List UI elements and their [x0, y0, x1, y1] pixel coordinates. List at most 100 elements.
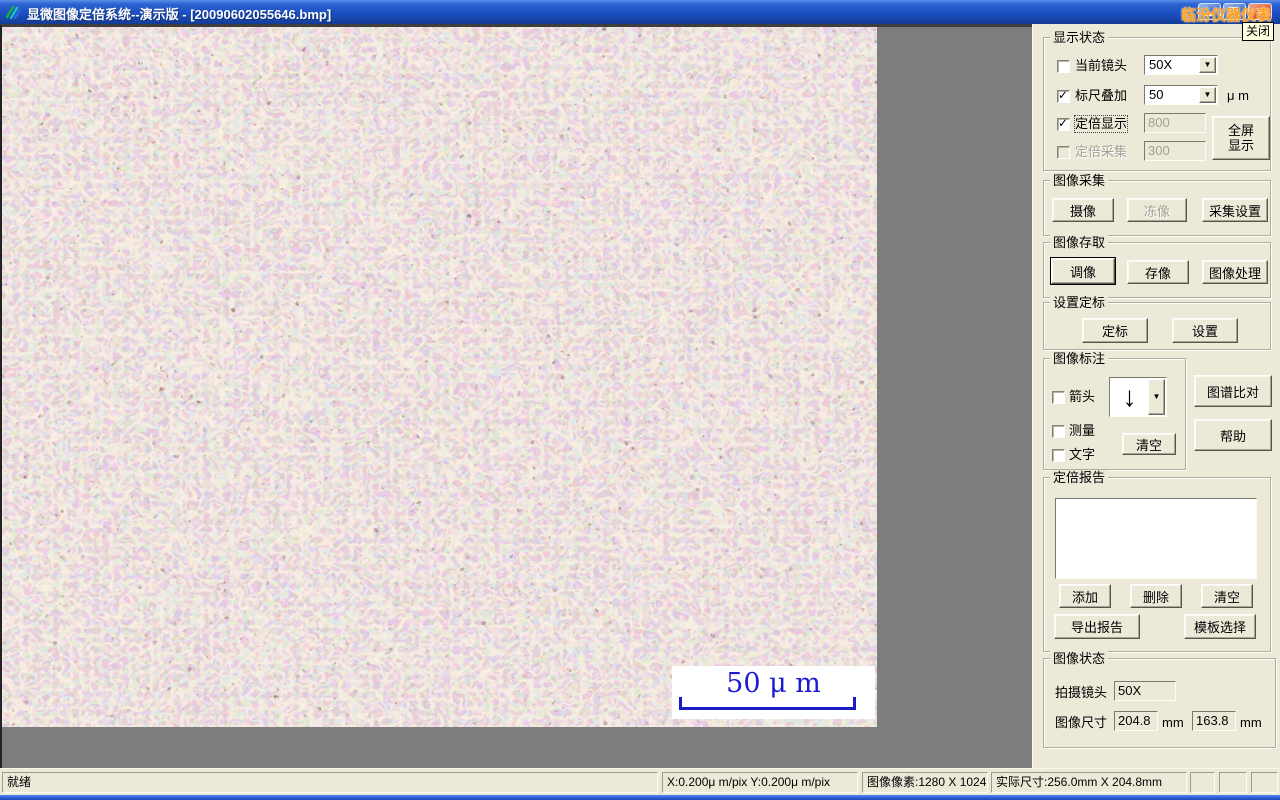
label-fixed-capture: 定倍采集 — [1075, 144, 1128, 159]
label-image-size: 图像尺寸 — [1055, 715, 1108, 730]
label-fixed-display: 定倍显示 — [1073, 115, 1129, 133]
application-window: 显微图像定倍系统--演示版 - [20090602055646.bmp] × 临… — [0, 0, 1280, 800]
ruler-dropdown-button[interactable]: ▼ — [1199, 87, 1216, 103]
scale-bar-overlay: 50 μ m — [672, 666, 875, 719]
scale-bar-tick-right — [853, 697, 856, 710]
fullscreen-button[interactable]: 全屏 显示 — [1212, 116, 1270, 160]
label-height-unit: mm — [1240, 715, 1262, 730]
image-process-button[interactable]: 图像处理 — [1202, 260, 1268, 284]
label-measure: 测量 — [1069, 423, 1096, 438]
group-report-title: 定倍报告 — [1050, 470, 1109, 485]
group-image-capture: 图像采集 摄像 冻像 采集设置 — [1043, 173, 1271, 236]
current-lens-dropdown-button[interactable]: ▼ — [1199, 57, 1216, 73]
report-delete-button[interactable]: 删除 — [1130, 584, 1182, 608]
checkbox-measure[interactable] — [1052, 425, 1065, 438]
fixed-capture-input: 300 — [1144, 141, 1206, 161]
close-button[interactable]: × — [1248, 3, 1272, 20]
help-button[interactable]: 帮助 — [1194, 419, 1272, 451]
title-bar: 显微图像定倍系统--演示版 - [20090602055646.bmp] × 临… — [0, 0, 1280, 24]
checkbox-ruler-overlay[interactable]: ✓ — [1057, 88, 1070, 103]
image-height-field: 163.8 — [1192, 711, 1236, 731]
label-width-unit: mm — [1162, 715, 1184, 730]
group-image-storage: 图像存取 调像 存像 图像处理 — [1043, 235, 1271, 298]
fullscreen-button-line1: 全屏 — [1227, 123, 1254, 138]
restore-button[interactable] — [1223, 3, 1246, 20]
checkbox-fixed-display[interactable]: ✓ — [1057, 116, 1070, 131]
chevron-down-icon: ▼ — [1203, 60, 1212, 69]
control-panel: 显示状态 当前镜头 50X ▼ ✓ 标尺叠加 50 ▼ μ m ✓ 定倍显示 8… — [1032, 24, 1280, 768]
group-annotation: 图像标注 箭头 ↓ ▼ 测量 文字 清空 — [1043, 351, 1186, 470]
save-image-button[interactable]: 存像 — [1127, 260, 1189, 284]
arrow-style-dropdown-button[interactable]: ▼ — [1148, 379, 1165, 415]
report-listbox[interactable] — [1055, 498, 1257, 579]
image-viewport: 50 μ m — [0, 24, 1032, 768]
template-select-button[interactable]: 模板选择 — [1184, 614, 1256, 639]
micrograph-image — [2, 27, 877, 727]
status-empty-2 — [1219, 772, 1247, 793]
group-image-storage-title: 图像存取 — [1050, 235, 1109, 250]
status-image-pixels: 图像像素:1280 X 1024 — [862, 772, 988, 793]
label-text: 文字 — [1069, 447, 1096, 462]
restore-icon — [1229, 7, 1238, 15]
checkbox-fixed-capture — [1057, 146, 1070, 159]
scale-bar-line — [681, 707, 853, 710]
check-icon: ✓ — [1058, 116, 1069, 130]
label-ruler-overlay: 标尺叠加 — [1075, 88, 1128, 103]
label-arrow: 箭头 — [1069, 389, 1096, 404]
group-annotation-title: 图像标注 — [1050, 351, 1109, 366]
minimize-icon — [1203, 13, 1212, 16]
label-shooting-lens: 拍摄镜头 — [1055, 685, 1108, 700]
status-pixel-scale: X:0.200μ m/pix Y:0.200μ m/pix — [662, 772, 858, 793]
calibration-setup-button[interactable]: 设置 — [1172, 318, 1238, 343]
group-calibration: 设置定标 定标 设置 — [1043, 295, 1271, 350]
atlas-compare-button[interactable]: 图谱比对 — [1194, 375, 1272, 407]
report-add-button[interactable]: 添加 — [1059, 584, 1111, 608]
status-ready: 就绪 — [2, 772, 658, 793]
minimize-button[interactable] — [1198, 3, 1221, 20]
ruler-value-select[interactable]: 50 ▼ — [1144, 85, 1218, 105]
checkbox-current-lens[interactable] — [1057, 60, 1070, 73]
current-lens-value: 50X — [1149, 57, 1173, 72]
load-image-button[interactable]: 调像 — [1051, 258, 1115, 284]
export-report-button[interactable]: 导出报告 — [1054, 614, 1140, 639]
arrow-down-icon: ↓ — [1110, 378, 1149, 416]
report-clear-button[interactable]: 清空 — [1201, 584, 1253, 608]
window-bottom-border — [0, 795, 1280, 800]
checkbox-arrow[interactable] — [1052, 391, 1065, 404]
group-calibration-title: 设置定标 — [1050, 295, 1109, 310]
checkbox-text[interactable] — [1052, 449, 1065, 462]
label-current-lens: 当前镜头 — [1075, 58, 1128, 73]
status-actual-size: 实际尺寸:256.0mm X 204.8mm — [991, 772, 1187, 793]
label-ruler-unit: μ m — [1227, 88, 1249, 103]
scale-bar-label: 50 μ m — [726, 668, 821, 699]
close-icon: × — [1255, 3, 1265, 19]
fixed-display-input: 800 — [1144, 113, 1206, 133]
close-tooltip: 关闭 — [1242, 22, 1275, 41]
ruler-value: 50 — [1149, 87, 1164, 102]
image-width-field: 204.8 — [1114, 711, 1158, 731]
group-display-status-title: 显示状态 — [1050, 30, 1109, 45]
chevron-down-icon: ▼ — [1203, 90, 1212, 99]
check-icon: ✓ — [1058, 88, 1069, 102]
status-empty-1 — [1190, 772, 1215, 793]
status-bar: 就绪 X:0.200μ m/pix Y:0.200μ m/pix 图像像素:12… — [0, 768, 1280, 795]
shoot-button[interactable]: 摄像 — [1052, 198, 1114, 222]
app-icon — [5, 4, 22, 20]
shooting-lens-field: 50X — [1114, 681, 1176, 701]
fullscreen-button-line2: 显示 — [1227, 138, 1254, 153]
arrow-style-select[interactable]: ↓ ▼ — [1109, 377, 1167, 417]
status-empty-3 — [1251, 772, 1278, 793]
window-title: 显微图像定倍系统--演示版 - [20090602055646.bmp] — [27, 7, 332, 22]
capture-settings-button[interactable]: 采集设置 — [1202, 198, 1268, 222]
scale-bar-tick-left — [679, 697, 682, 710]
freeze-button: 冻像 — [1127, 198, 1187, 222]
group-report: 定倍报告 添加 删除 清空 导出报告 模板选择 — [1043, 470, 1271, 652]
group-image-capture-title: 图像采集 — [1050, 173, 1109, 188]
group-image-status: 图像状态 拍摄镜头 50X 图像尺寸 204.8 mm 163.8 mm — [1043, 651, 1276, 748]
group-display-status: 显示状态 当前镜头 50X ▼ ✓ 标尺叠加 50 ▼ μ m ✓ 定倍显示 8… — [1043, 30, 1271, 171]
calibrate-button[interactable]: 定标 — [1082, 318, 1148, 343]
group-image-status-title: 图像状态 — [1050, 651, 1109, 666]
annotation-clear-button[interactable]: 清空 — [1122, 433, 1176, 455]
chevron-down-icon: ▼ — [1152, 392, 1161, 401]
current-lens-select[interactable]: 50X ▼ — [1144, 55, 1218, 75]
